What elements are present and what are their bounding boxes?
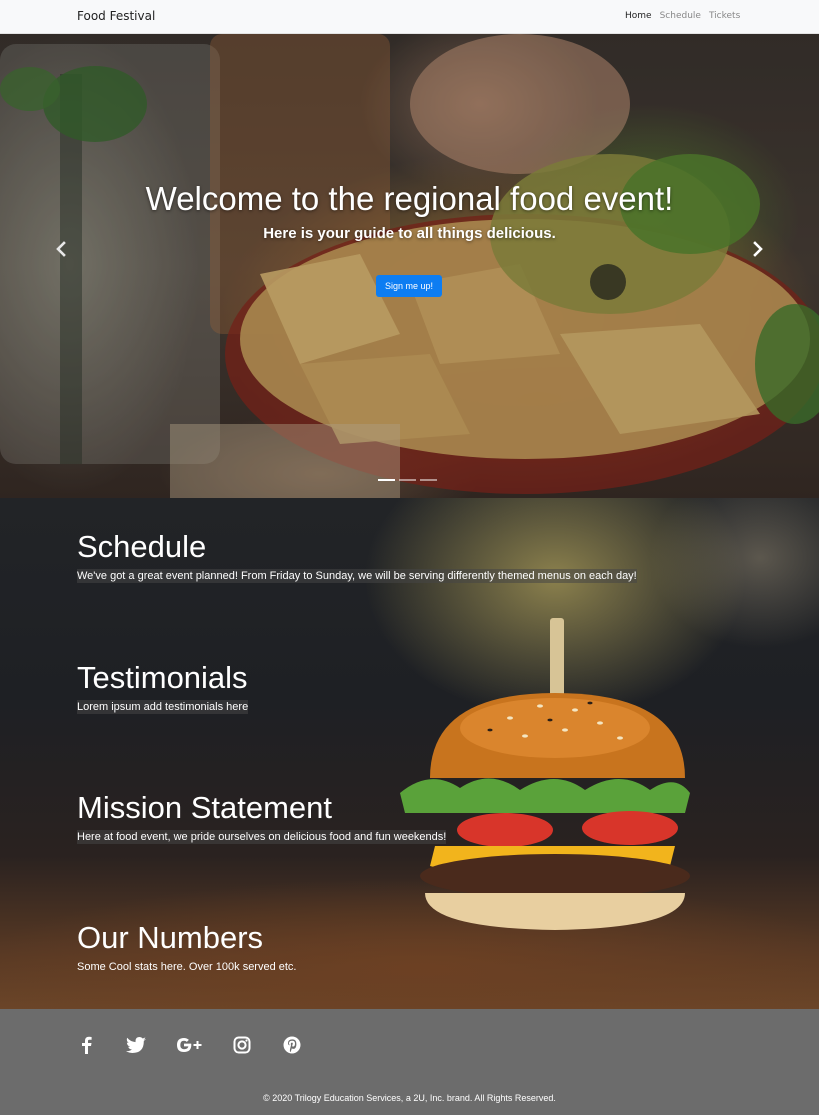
hero-carousel: Welcome to the regional food event! Here… — [0, 34, 819, 498]
twitter-link[interactable] — [126, 1035, 146, 1055]
social-links — [76, 1035, 332, 1055]
navbar: Food Festival Home Schedule Tickets — [0, 0, 819, 34]
testimonials-title: Testimonials — [77, 660, 248, 695]
burger-background-image — [400, 618, 690, 930]
google-plus-link[interactable] — [176, 1035, 202, 1055]
carousel-indicator-2[interactable] — [399, 479, 416, 481]
instagram-icon — [233, 1036, 251, 1054]
testimonials-section: Testimonials Lorem ipsum add testimonial… — [77, 660, 249, 715]
chevron-left-icon — [56, 241, 66, 257]
carousel-next-button[interactable] — [750, 239, 766, 259]
schedule-text: We've got a great event planned! From Fr… — [77, 569, 637, 584]
hero-title: Welcome to the regional food event! — [145, 180, 674, 217]
pinterest-icon — [283, 1036, 301, 1054]
carousel-indicator-1[interactable] — [378, 479, 395, 481]
sign-up-button[interactable]: Sign me up! — [376, 275, 442, 297]
instagram-link[interactable] — [232, 1035, 252, 1055]
nav-link-tickets[interactable]: Tickets — [709, 11, 740, 21]
mission-text: Here at food event, we pride ourselves o… — [77, 830, 447, 845]
brand-logo[interactable]: Food Festival — [77, 9, 155, 23]
footer: © 2020 Trilogy Education Services, a 2U,… — [0, 1009, 819, 1115]
mission-section: Mission Statement Here at food event, we… — [77, 790, 447, 845]
pinterest-link[interactable] — [282, 1035, 302, 1055]
main-content: Schedule We've got a great event planned… — [0, 498, 819, 1009]
copyright-text: © 2020 Trilogy Education Services, a 2U,… — [263, 1093, 556, 1103]
numbers-section: Our Numbers Some Cool stats here. Over 1… — [77, 920, 297, 974]
numbers-text: Some Cool stats here. Over 100k served e… — [77, 961, 297, 974]
nav-links: Home Schedule Tickets — [625, 11, 740, 21]
nav-link-home[interactable]: Home — [625, 11, 652, 21]
facebook-link[interactable] — [76, 1035, 96, 1055]
nav-link-schedule[interactable]: Schedule — [660, 11, 701, 21]
google-plus-icon — [177, 1038, 202, 1052]
hero-overlay — [0, 34, 819, 498]
facebook-icon — [82, 1036, 92, 1054]
mission-title: Mission Statement — [77, 790, 332, 825]
twitter-icon — [126, 1037, 146, 1053]
carousel-indicators — [378, 479, 437, 481]
numbers-title: Our Numbers — [77, 920, 264, 955]
chevron-right-icon — [753, 241, 763, 257]
hero-subtitle: Here is your guide to all things delicio… — [263, 225, 556, 242]
testimonials-text: Lorem ipsum add testimonials here — [77, 700, 249, 715]
carousel-prev-button[interactable] — [53, 239, 69, 259]
schedule-title: Schedule — [77, 529, 207, 564]
carousel-indicator-3[interactable] — [420, 479, 437, 481]
schedule-section: Schedule We've got a great event planned… — [77, 529, 637, 584]
